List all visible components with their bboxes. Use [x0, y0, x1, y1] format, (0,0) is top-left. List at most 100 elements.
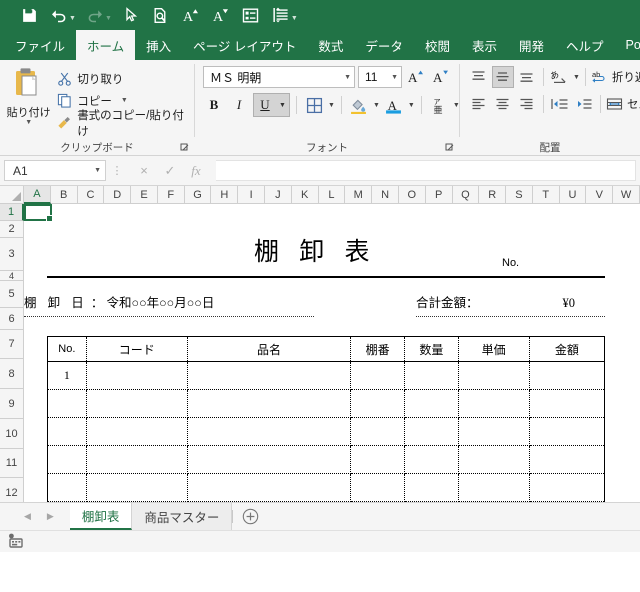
- column-header-s[interactable]: S: [506, 186, 533, 203]
- macro-record-icon[interactable]: [8, 533, 24, 551]
- cell-unit-price[interactable]: [457, 361, 530, 390]
- align-middle-button[interactable]: [491, 66, 514, 88]
- row-header-10[interactable]: 10: [0, 419, 24, 449]
- fill-color-dropdown-icon[interactable]: ▼: [373, 102, 380, 109]
- cell-code[interactable]: [85, 417, 188, 446]
- row-header-8[interactable]: 8: [0, 359, 24, 389]
- format-painter-button[interactable]: 書式のコピー/貼り付け: [57, 110, 194, 138]
- column-header-r[interactable]: R: [479, 186, 507, 203]
- column-header-a[interactable]: A: [24, 186, 51, 204]
- column-header-w[interactable]: W: [613, 186, 640, 203]
- font-color-dropdown-icon[interactable]: ▼: [408, 102, 415, 109]
- cell-no[interactable]: [47, 417, 87, 446]
- next-sheet-icon[interactable]: ▶: [47, 511, 54, 522]
- cell-quantity[interactable]: [403, 389, 459, 418]
- cell-code[interactable]: [85, 445, 188, 474]
- font-increase-icon[interactable]: A: [176, 2, 206, 28]
- cell-unit-price[interactable]: [457, 445, 530, 474]
- row-header-12[interactable]: 12: [0, 478, 24, 502]
- cancel-formula-icon[interactable]: ×: [132, 160, 156, 181]
- tab-insert[interactable]: 挿入: [135, 30, 182, 60]
- cell-amount[interactable]: [528, 473, 606, 502]
- column-header-e[interactable]: E: [131, 186, 158, 203]
- column-header-t[interactable]: T: [532, 186, 560, 203]
- cell-item-name[interactable]: [186, 473, 352, 502]
- merge-cells-button[interactable]: セルを: [606, 93, 640, 115]
- select-cursor-icon[interactable]: [116, 2, 146, 28]
- sheet-tab-shohin-master[interactable]: 商品マスター: [132, 503, 233, 530]
- sheet-tab-tanaoroshihyo[interactable]: 棚卸表: [69, 503, 133, 530]
- row-header-3[interactable]: 3: [0, 238, 24, 271]
- tab-home[interactable]: ホーム: [76, 30, 136, 60]
- orientation-dropdown-icon[interactable]: ▼: [573, 74, 580, 81]
- cell-unit-price[interactable]: [457, 389, 530, 418]
- cell-quantity[interactable]: [403, 445, 459, 474]
- cut-button[interactable]: 切り取り: [57, 69, 194, 88]
- column-header-u[interactable]: U: [559, 186, 587, 203]
- font-color-button[interactable]: A: [383, 94, 405, 116]
- align-bottom-button[interactable]: [516, 66, 538, 88]
- cell-no[interactable]: [47, 445, 87, 474]
- cell-code[interactable]: [85, 501, 188, 502]
- cell-amount[interactable]: [528, 389, 606, 418]
- column-header-m[interactable]: M: [345, 186, 373, 203]
- column-header-i[interactable]: I: [238, 186, 266, 203]
- borders-dropdown-icon[interactable]: ▼: [328, 102, 335, 109]
- cell-code[interactable]: [85, 361, 188, 390]
- cell-unit-price[interactable]: [457, 417, 530, 446]
- cell-quantity[interactable]: [403, 501, 459, 502]
- tab-page-layout[interactable]: ページ レイアウト: [182, 30, 307, 60]
- row-header-9[interactable]: 9: [0, 389, 24, 419]
- name-box-dropdown-icon[interactable]: ▼: [94, 167, 101, 174]
- cell-shelf-no[interactable]: [350, 445, 405, 474]
- underline-button[interactable]: U ▼: [253, 93, 290, 117]
- italic-button[interactable]: I: [228, 94, 250, 116]
- cell-amount[interactable]: [528, 501, 606, 502]
- font-decrease-icon[interactable]: A: [206, 2, 236, 28]
- paste-button[interactable]: 貼り付け ▼: [0, 64, 57, 126]
- align-right-button[interactable]: [516, 93, 538, 115]
- column-header-v[interactable]: V: [586, 186, 614, 203]
- bold-button[interactable]: B: [203, 94, 225, 116]
- column-header-o[interactable]: O: [398, 186, 426, 203]
- cell-quantity[interactable]: [403, 417, 459, 446]
- align-top-button[interactable]: [468, 66, 490, 88]
- font-size-combo[interactable]: 11 ▼: [358, 66, 402, 88]
- cell-item-name[interactable]: [186, 417, 352, 446]
- wrap-text-button[interactable]: ab 折り返: [591, 66, 640, 88]
- row-header-11[interactable]: 11: [0, 449, 24, 478]
- column-header-j[interactable]: J: [265, 186, 292, 203]
- align-left-button[interactable]: [468, 93, 490, 115]
- cell-item-name[interactable]: [186, 445, 352, 474]
- column-header-h[interactable]: H: [211, 186, 239, 203]
- column-header-d[interactable]: D: [104, 186, 132, 203]
- tab-formulas[interactable]: 数式: [307, 30, 354, 60]
- prev-sheet-icon[interactable]: ◀: [24, 511, 31, 522]
- tab-help[interactable]: ヘルプ: [555, 30, 615, 60]
- tab-power[interactable]: Power: [615, 30, 640, 60]
- copy-dropdown-icon[interactable]: ▼: [121, 97, 128, 104]
- cell-shelf-no[interactable]: [350, 501, 405, 502]
- font-name-combo[interactable]: ＭＳ 明朝 ▼: [203, 66, 355, 88]
- clipboard-dialog-launcher[interactable]: [180, 143, 190, 153]
- phonetic-guide-button[interactable]: ア亜: [428, 94, 450, 116]
- cell-no[interactable]: [47, 501, 87, 502]
- select-all-corner[interactable]: [0, 186, 24, 203]
- form-icon[interactable]: [236, 2, 266, 28]
- orientation-button[interactable]: あ: [549, 66, 571, 88]
- save-icon[interactable]: [14, 2, 44, 28]
- column-header-f[interactable]: F: [157, 186, 185, 203]
- formula-input[interactable]: [216, 160, 636, 181]
- cell-item-name[interactable]: [186, 389, 352, 418]
- insert-function-icon[interactable]: fx: [184, 160, 208, 181]
- tab-data[interactable]: データ: [354, 30, 414, 60]
- grow-font-button[interactable]: A: [405, 66, 427, 88]
- cell-shelf-no[interactable]: [350, 361, 405, 390]
- column-header-b[interactable]: B: [50, 186, 78, 203]
- column-header-p[interactable]: P: [425, 186, 453, 203]
- cell-item-name[interactable]: [186, 361, 352, 390]
- cell-shelf-no[interactable]: [350, 417, 405, 446]
- cell-unit-price[interactable]: [457, 501, 530, 502]
- cell-no[interactable]: [47, 473, 87, 502]
- name-box[interactable]: A1 ▼: [4, 160, 106, 181]
